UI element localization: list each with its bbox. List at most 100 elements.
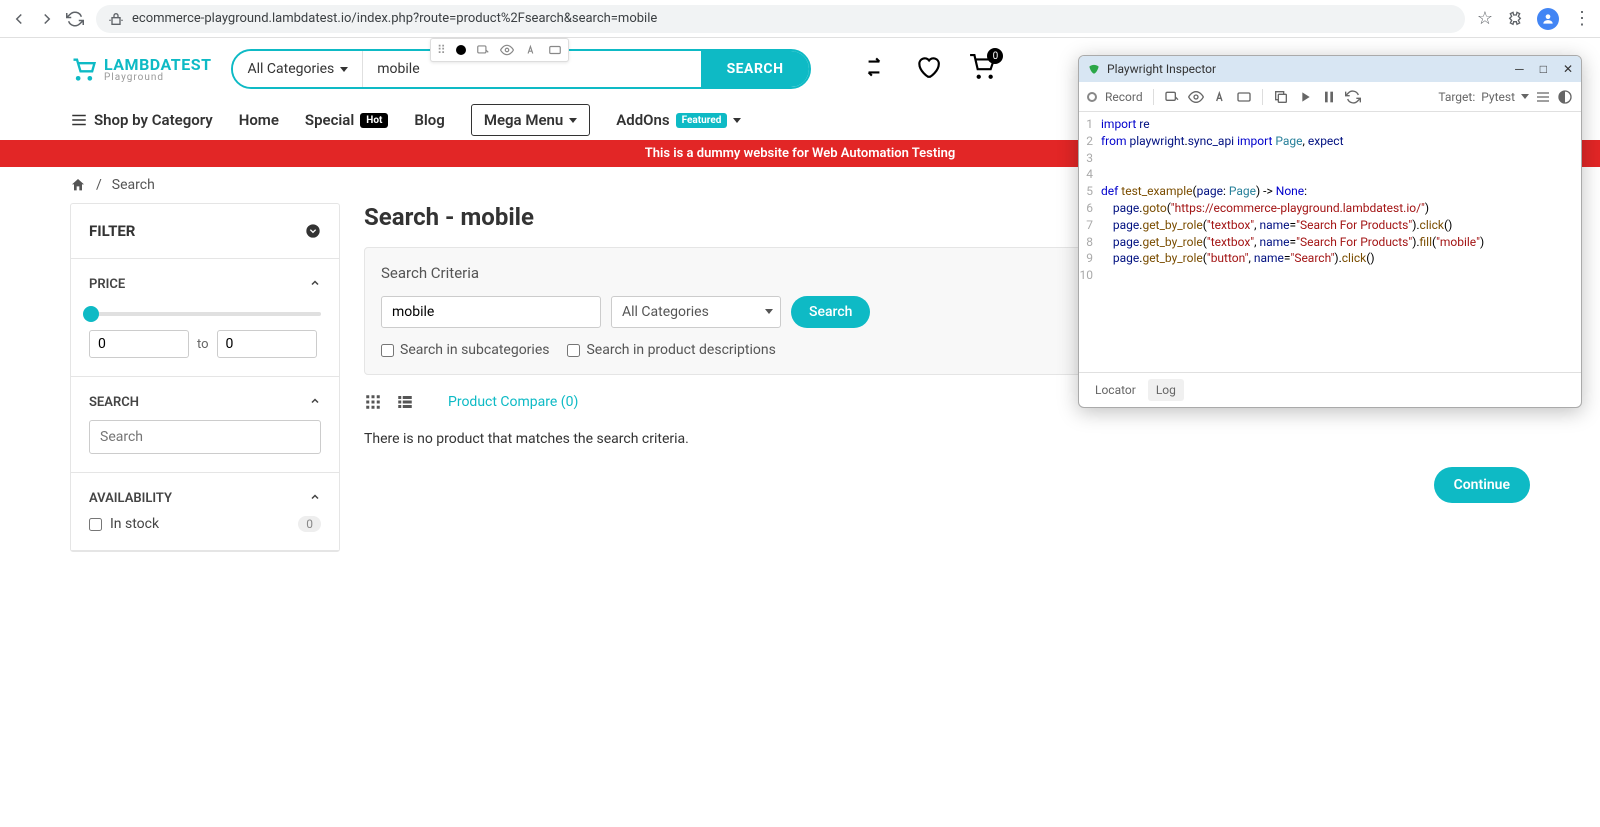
chevron-down-icon bbox=[733, 118, 741, 123]
pick-locator-icon[interactable] bbox=[1164, 89, 1180, 105]
code-line: 6 page.goto("https://ecommerce-playgroun… bbox=[1079, 200, 1581, 217]
inspector-title: Playwright Inspector bbox=[1107, 62, 1216, 76]
code-line: 7 page.get_by_role("textbox", name="Sear… bbox=[1079, 217, 1581, 234]
filter-heading[interactable]: FILTER bbox=[89, 222, 321, 240]
price-max-input[interactable] bbox=[217, 330, 317, 358]
url-bar[interactable]: ecommerce-playground.lambdatest.io/index… bbox=[96, 5, 1465, 33]
description-check-label[interactable]: Search in product descriptions bbox=[567, 342, 775, 358]
shop-by-category[interactable]: Shop by Category bbox=[70, 111, 213, 129]
browser-menu-icon[interactable]: ⋮ bbox=[1573, 8, 1590, 29]
compare-icon bbox=[861, 54, 887, 80]
search-category-dropdown[interactable]: All Categories bbox=[233, 51, 363, 87]
price-heading[interactable]: PRICE bbox=[89, 277, 321, 292]
price-slider[interactable] bbox=[89, 312, 321, 316]
bookmark-icon[interactable]: ☆ bbox=[1477, 8, 1493, 29]
menu-icon bbox=[70, 111, 88, 129]
forward-icon[interactable] bbox=[38, 10, 56, 28]
in-stock-checkbox[interactable] bbox=[89, 518, 102, 531]
nav-addons[interactable]: AddOns Featured bbox=[616, 111, 741, 129]
eye-icon[interactable] bbox=[1188, 89, 1204, 105]
sidebar-search-input[interactable] bbox=[89, 420, 321, 454]
filter-sidebar: FILTER PRICE to SEARCH bbox=[70, 203, 340, 552]
product-compare-link[interactable]: Product Compare (0) bbox=[448, 394, 578, 410]
slider-thumb[interactable] bbox=[83, 306, 99, 322]
copy-icon[interactable] bbox=[1273, 89, 1289, 105]
close-icon[interactable]: ✕ bbox=[1563, 62, 1573, 76]
chevron-up-icon bbox=[309, 395, 321, 407]
snapshot-icon[interactable] bbox=[548, 43, 562, 57]
nav-mega-menu[interactable]: Mega Menu bbox=[471, 104, 590, 136]
record-indicator-icon[interactable] bbox=[456, 45, 466, 55]
cart-link[interactable]: 0 bbox=[969, 54, 995, 84]
chevron-up-icon bbox=[309, 277, 321, 289]
chevron-down-icon bbox=[569, 118, 577, 123]
list-view-icon[interactable] bbox=[396, 393, 414, 411]
search-input[interactable] bbox=[363, 61, 700, 77]
inspector-titlebar[interactable]: Playwright Inspector ─ □ ✕ bbox=[1079, 56, 1581, 82]
chevron-circle-down-icon bbox=[305, 223, 321, 239]
compare-link[interactable] bbox=[861, 54, 887, 84]
target-label: Target: bbox=[1438, 90, 1475, 104]
cart-badge: 0 bbox=[987, 48, 1003, 64]
pause-icon[interactable] bbox=[1321, 89, 1337, 105]
code-editor[interactable]: 1import re2from playwright.sync_api impo… bbox=[1079, 112, 1581, 372]
search-category-label: All Categories bbox=[247, 61, 334, 77]
home-icon[interactable] bbox=[70, 177, 86, 193]
target-value[interactable]: Pytest bbox=[1481, 90, 1515, 104]
tab-log[interactable]: Log bbox=[1148, 379, 1184, 401]
chevron-down-icon bbox=[340, 67, 348, 72]
code-line: 3 bbox=[1079, 150, 1581, 167]
record-dot-icon[interactable] bbox=[1087, 92, 1097, 102]
list-icon[interactable] bbox=[1535, 89, 1551, 105]
no-results-text: There is no product that matches the sea… bbox=[364, 431, 1530, 447]
grip-icon[interactable]: ⠿ bbox=[437, 43, 446, 57]
chevron-down-icon[interactable] bbox=[1521, 94, 1529, 99]
grid-view-icon[interactable] bbox=[364, 393, 382, 411]
profile-icon[interactable] bbox=[1537, 8, 1559, 30]
text-assert-icon[interactable] bbox=[524, 43, 538, 57]
search-button[interactable]: SEARCH bbox=[701, 51, 810, 87]
in-stock-label: In stock bbox=[110, 516, 159, 532]
tab-locator[interactable]: Locator bbox=[1087, 379, 1144, 401]
theme-toggle-icon[interactable] bbox=[1557, 89, 1573, 105]
eye-icon[interactable] bbox=[500, 43, 514, 57]
subcategory-checkbox[interactable] bbox=[381, 344, 394, 357]
price-min-input[interactable] bbox=[89, 330, 189, 358]
nav-home[interactable]: Home bbox=[239, 111, 279, 129]
subcategory-check-label[interactable]: Search in subcategories bbox=[381, 342, 549, 358]
description-checkbox[interactable] bbox=[567, 344, 580, 357]
back-icon[interactable] bbox=[10, 10, 28, 28]
resume-icon[interactable] bbox=[1345, 89, 1361, 105]
in-stock-count: 0 bbox=[298, 516, 321, 532]
browser-chrome: ecommerce-playground.lambdatest.io/index… bbox=[0, 0, 1600, 38]
featured-badge: Featured bbox=[676, 113, 728, 128]
criteria-keyword-input[interactable] bbox=[381, 296, 601, 328]
text-assert-icon[interactable] bbox=[1212, 89, 1228, 105]
step-over-icon[interactable] bbox=[1297, 89, 1313, 105]
logo[interactable]: LAMBDATEST Playground bbox=[70, 55, 211, 83]
extension-icon[interactable] bbox=[1507, 11, 1523, 27]
maximize-icon[interactable]: □ bbox=[1540, 62, 1547, 76]
criteria-category-select[interactable]: All Categories bbox=[611, 296, 781, 328]
nav-special[interactable]: Special Hot bbox=[305, 111, 388, 129]
wishlist-link[interactable] bbox=[915, 54, 941, 84]
search-heading[interactable]: SEARCH bbox=[89, 395, 321, 410]
site-info-icon bbox=[108, 11, 124, 27]
criteria-search-button[interactable]: Search bbox=[791, 296, 870, 328]
nav-blog[interactable]: Blog bbox=[414, 111, 444, 129]
code-line: 9 page.get_by_role("button", name="Searc… bbox=[1079, 250, 1581, 267]
continue-button[interactable]: Continue bbox=[1434, 467, 1530, 503]
pick-locator-icon[interactable] bbox=[476, 43, 490, 57]
availability-heading[interactable]: AVAILABILITY bbox=[89, 491, 321, 506]
code-line: 2from playwright.sync_api import Page, e… bbox=[1079, 133, 1581, 150]
url-text: ecommerce-playground.lambdatest.io/index… bbox=[132, 11, 657, 26]
snapshot-icon[interactable] bbox=[1236, 89, 1252, 105]
reload-icon[interactable] bbox=[66, 10, 84, 28]
recorder-overlay-toolbar: ⠿ bbox=[430, 38, 569, 62]
code-line: 1import re bbox=[1079, 116, 1581, 133]
minimize-icon[interactable]: ─ bbox=[1515, 62, 1524, 76]
code-line: 4 bbox=[1079, 166, 1581, 183]
playwright-icon bbox=[1087, 62, 1101, 76]
breadcrumb-current: Search bbox=[112, 177, 155, 193]
record-label[interactable]: Record bbox=[1105, 90, 1143, 104]
